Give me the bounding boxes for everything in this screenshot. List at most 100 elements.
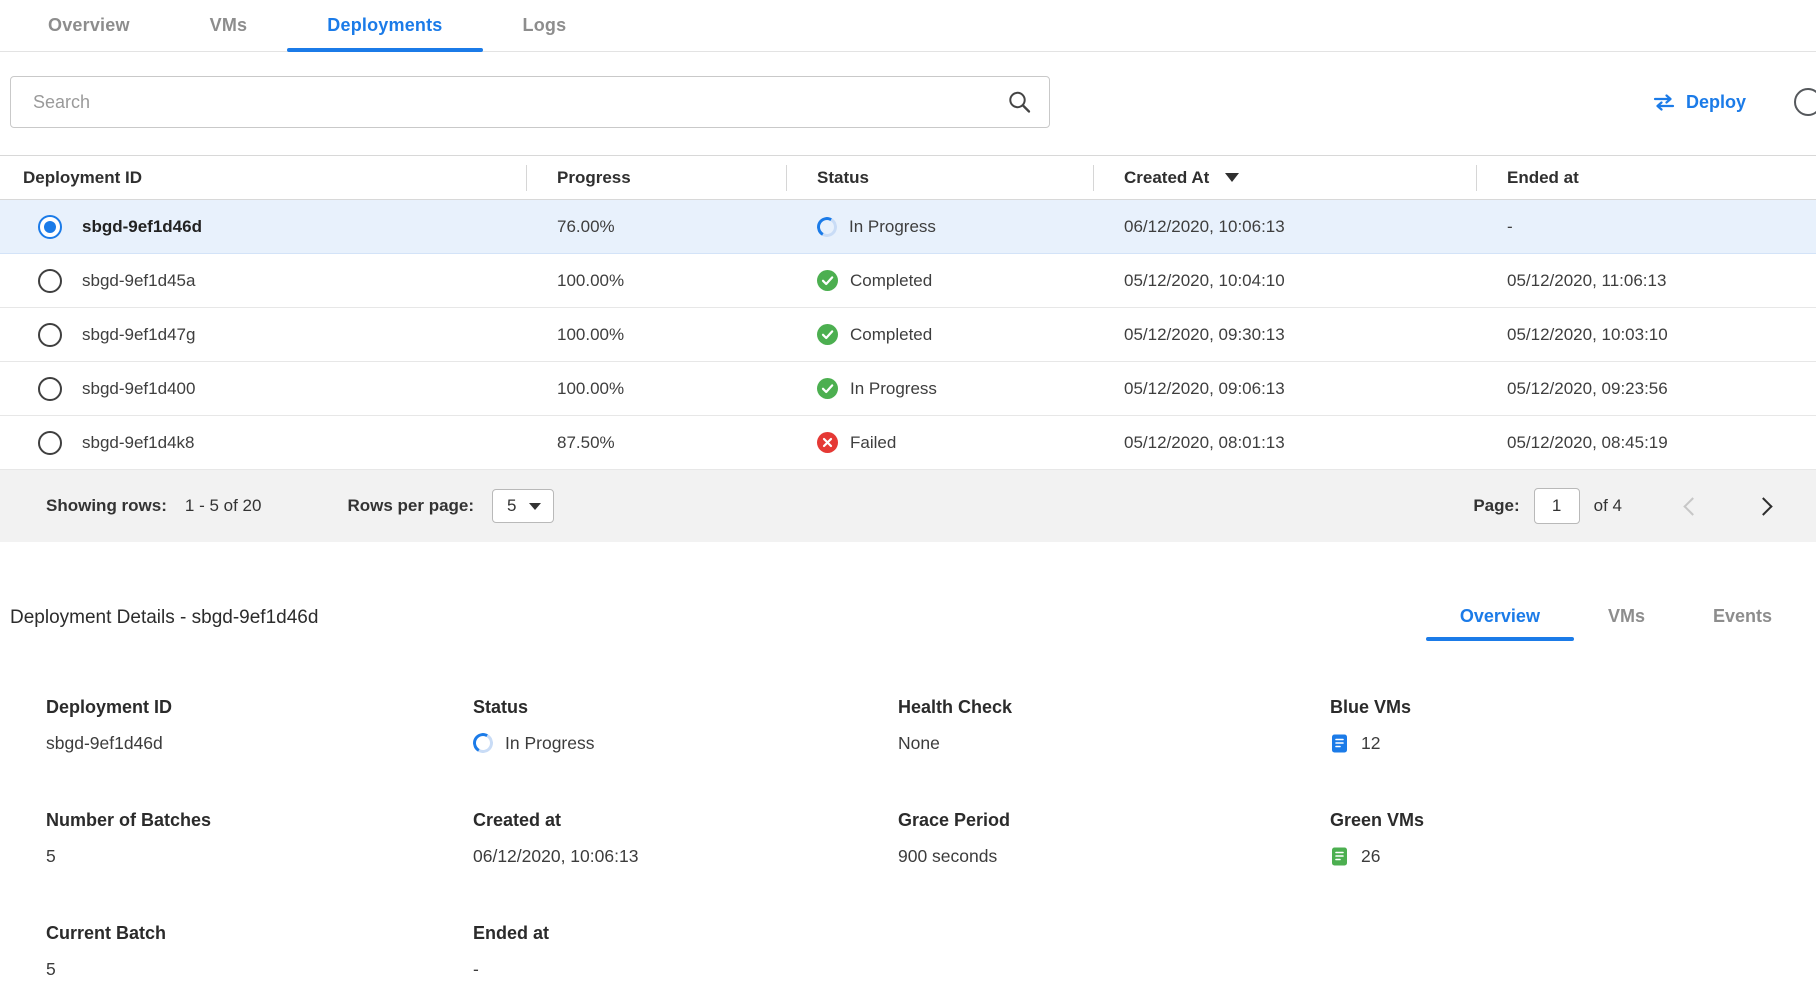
field-label: Grace Period [898, 810, 1330, 831]
field-label: Ended at [473, 923, 898, 944]
next-page-icon[interactable] [1754, 497, 1772, 515]
table-row[interactable]: sbgd-9ef1d46d 76.00% In Progress 06/12/2… [0, 200, 1816, 254]
green-vms-icon [1330, 846, 1349, 867]
showing-rows-value: 1 - 5 of 20 [185, 496, 262, 516]
showing-rows-label: Showing rows: [46, 496, 167, 516]
rows-per-page-select[interactable]: 5 [492, 489, 553, 523]
ended-at-value: 05/12/2020, 09:23:56 [1477, 379, 1816, 399]
field-value: 5 [46, 959, 56, 980]
field-value: 06/12/2020, 10:06:13 [473, 846, 638, 867]
progress-value: 100.00% [527, 271, 787, 291]
column-label: Ended at [1507, 168, 1579, 188]
column-label: Created At [1124, 168, 1209, 188]
status-label: In Progress [849, 217, 936, 237]
row-radio[interactable] [38, 431, 62, 455]
field-label: Health Check [898, 697, 1330, 718]
status-label: Completed [850, 271, 932, 291]
ended-at-value: 05/12/2020, 08:45:19 [1477, 433, 1816, 453]
deploy-button[interactable]: Deploy [1652, 92, 1746, 113]
table-row[interactable]: sbgd-9ef1d45a 100.00% Completed 05/12/20… [0, 254, 1816, 308]
column-header-progress: Progress [527, 165, 787, 191]
field-status: Status In Progress [473, 697, 898, 754]
search-icon[interactable] [1007, 90, 1032, 115]
created-at-value: 05/12/2020, 08:01:13 [1094, 433, 1477, 453]
details-tab-events[interactable]: Events [1679, 606, 1806, 641]
deployment-details-section: Deployment Details - sbgd-9ef1d46d Overv… [0, 606, 1816, 980]
deployment-id: sbgd-9ef1d45a [82, 271, 195, 291]
field-value: 12 [1361, 733, 1380, 754]
deployments-table: Deployment ID Progress Status Created At… [0, 155, 1816, 542]
field-label: Green VMs [1330, 810, 1806, 831]
status-label: Failed [850, 433, 896, 453]
deployment-id: sbgd-9ef1d4k8 [82, 433, 194, 453]
progress-value: 100.00% [527, 379, 787, 399]
field-value: None [898, 733, 940, 754]
table-row[interactable]: sbgd-9ef1d400 100.00% In Progress 05/12/… [0, 362, 1816, 416]
toolbar: Deploy [0, 52, 1816, 128]
ended-at-value: 05/12/2020, 10:03:10 [1477, 325, 1816, 345]
column-header-ended-at: Ended at [1477, 165, 1816, 191]
progress-value: 100.00% [527, 325, 787, 345]
table-row[interactable]: sbgd-9ef1d47g 100.00% Completed 05/12/20… [0, 308, 1816, 362]
row-radio[interactable] [38, 377, 62, 401]
details-header: Deployment Details - sbgd-9ef1d46d Overv… [10, 606, 1806, 641]
table-row[interactable]: sbgd-9ef1d4k8 87.50% Failed 05/12/2020, … [0, 416, 1816, 470]
in-progress-spinner-icon [471, 731, 495, 755]
column-header-status: Status [787, 165, 1094, 191]
field-value: 900 seconds [898, 846, 997, 867]
help-icon[interactable] [1794, 88, 1816, 116]
row-radio[interactable] [38, 269, 62, 293]
field-number-of-batches: Number of Batches 5 [46, 810, 473, 867]
deploy-swap-arrows-icon [1652, 94, 1676, 111]
previous-page-icon[interactable] [1683, 497, 1701, 515]
page-label: Page: [1473, 496, 1519, 516]
field-value: - [473, 959, 479, 980]
field-grace-period: Grace Period 900 seconds [898, 810, 1330, 867]
details-tab-bar: Overview VMs Events [1426, 606, 1806, 641]
created-at-value: 05/12/2020, 09:30:13 [1094, 325, 1477, 345]
ended-at-value: 05/12/2020, 11:06:13 [1477, 271, 1816, 291]
column-label: Status [817, 168, 869, 188]
deployment-id: sbgd-9ef1d400 [82, 379, 195, 399]
page-number-input[interactable] [1534, 488, 1580, 524]
in-progress-spinner-icon [815, 214, 839, 238]
status-label: In Progress [850, 379, 937, 399]
tab-deployments[interactable]: Deployments [287, 0, 482, 51]
chevron-down-icon [529, 503, 541, 510]
field-blue-vms: Blue VMs 12 [1330, 697, 1806, 754]
tab-overview[interactable]: Overview [8, 0, 170, 51]
column-header-created-at[interactable]: Created At [1094, 165, 1477, 191]
field-created-at: Created at 06/12/2020, 10:06:13 [473, 810, 898, 867]
details-tab-overview[interactable]: Overview [1426, 606, 1574, 641]
created-at-value: 05/12/2020, 09:06:13 [1094, 379, 1477, 399]
field-label: Status [473, 697, 898, 718]
column-header-deployment-id: Deployment ID [0, 165, 527, 191]
search-box [10, 76, 1050, 128]
field-value: 5 [46, 846, 56, 867]
deploy-button-label: Deploy [1686, 92, 1746, 113]
completed-check-icon [817, 378, 838, 399]
sort-desc-caret-icon[interactable] [1225, 173, 1239, 182]
field-ended-at: Ended at - [473, 923, 898, 980]
details-tab-vms[interactable]: VMs [1574, 606, 1679, 641]
top-tab-bar: Overview VMs Deployments Logs [0, 0, 1816, 52]
row-radio[interactable] [38, 323, 62, 347]
created-at-value: 05/12/2020, 10:04:10 [1094, 271, 1477, 291]
toolbar-actions: Deploy [1652, 88, 1806, 116]
table-header: Deployment ID Progress Status Created At… [0, 156, 1816, 200]
details-title: Deployment Details - sbgd-9ef1d46d [10, 607, 318, 629]
created-at-value: 06/12/2020, 10:06:13 [1094, 217, 1477, 237]
status-label: Completed [850, 325, 932, 345]
page-total: of 4 [1594, 496, 1622, 516]
field-label: Number of Batches [46, 810, 473, 831]
tab-vms[interactable]: VMs [170, 0, 288, 51]
tab-logs[interactable]: Logs [483, 0, 607, 51]
details-grid: Deployment ID sbgd-9ef1d46d Status In Pr… [10, 697, 1806, 980]
blue-vms-icon [1330, 733, 1349, 754]
row-radio-selected[interactable] [38, 215, 62, 239]
progress-value: 87.50% [527, 433, 787, 453]
field-value: sbgd-9ef1d46d [46, 733, 163, 754]
search-input[interactable] [10, 76, 1050, 128]
completed-check-icon [817, 270, 838, 291]
completed-check-icon [817, 324, 838, 345]
